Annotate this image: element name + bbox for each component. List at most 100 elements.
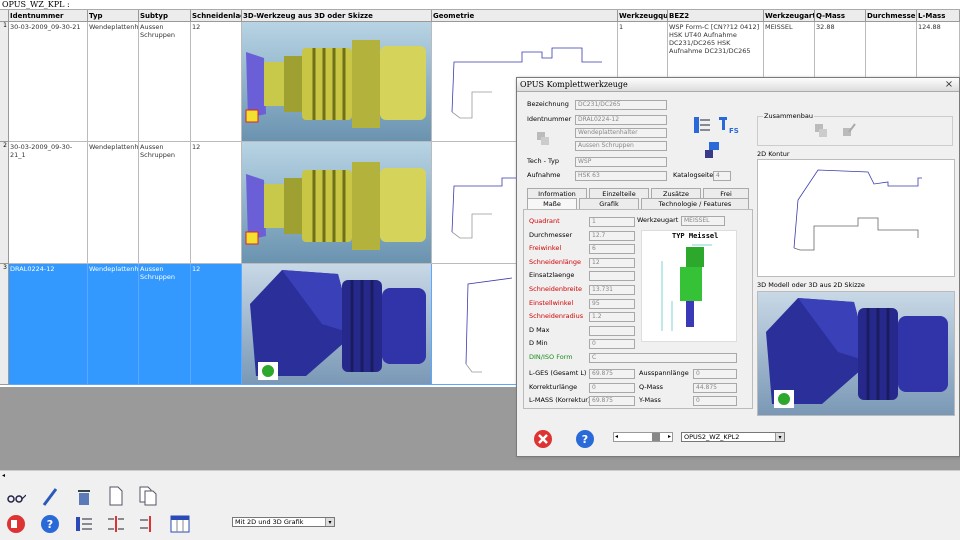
aufnahme-label: Aufnahme xyxy=(527,171,561,179)
col-identnummer[interactable]: Identnummer xyxy=(9,10,88,22)
move-row-icon[interactable] xyxy=(138,514,158,534)
table-view-icon[interactable] xyxy=(170,514,190,534)
katalogseite-field[interactable]: 4 xyxy=(713,171,731,181)
svg-text:FS: FS xyxy=(729,127,739,134)
col-durchmesser[interactable]: Durchmesser xyxy=(866,10,917,22)
ausspannlaenge-field[interactable]: 0 xyxy=(693,369,737,379)
col-bez2[interactable]: BEZ2 xyxy=(668,10,764,22)
ymass-field[interactable]: 0 xyxy=(693,396,737,406)
scroll-thumb[interactable] xyxy=(652,433,660,441)
svg-text:?: ? xyxy=(47,518,53,531)
col-werkzeugqua[interactable]: Werkzeugqua xyxy=(618,10,668,22)
col-l-mass[interactable]: L-Mass xyxy=(917,10,960,22)
col-geometrie[interactable]: Geometrie xyxy=(432,10,618,22)
identnummer-field[interactable]: DRAL0224-12 xyxy=(575,115,667,125)
col-q-mass[interactable]: Q-Mass xyxy=(815,10,866,22)
param-label: Freiwinkel xyxy=(529,244,562,253)
lmass-field[interactable]: 69.875 xyxy=(589,396,635,406)
assembly-icon[interactable] xyxy=(813,122,829,138)
param-field[interactable] xyxy=(589,325,635,336)
diagram-title: TYP Meissel xyxy=(672,232,719,240)
row-number[interactable]: 2 xyxy=(0,142,9,264)
horizontal-scrollbar[interactable]: ◂ xyxy=(0,470,960,480)
col-schneidenlaenge[interactable]: Schneidenlae xyxy=(191,10,242,22)
chevron-down-icon[interactable]: ▾ xyxy=(775,433,784,441)
tool-tree-icon[interactable] xyxy=(693,116,711,134)
tab-technologie-features[interactable]: Technologie / Features xyxy=(641,198,749,209)
korrekturlaenge-field[interactable]: 0 xyxy=(589,383,635,393)
subtyp-field[interactable]: Aussen Schruppen xyxy=(575,141,667,151)
chevron-down-icon[interactable]: ▾ xyxy=(325,518,334,526)
din-iso-field[interactable]: C xyxy=(589,353,737,363)
assembly-edit-icon[interactable] xyxy=(841,122,857,138)
param-field[interactable] xyxy=(589,271,635,282)
tab-grafik[interactable]: Grafik xyxy=(579,198,639,209)
param-field[interactable]: 95 xyxy=(589,298,635,309)
exit-icon[interactable] xyxy=(6,514,26,534)
techtyp-field[interactable]: WSP xyxy=(575,157,667,167)
meissel-diagram xyxy=(661,244,712,331)
tool-3d-render xyxy=(245,162,426,250)
layout-select[interactable]: OPUS2_WZ_KPL2 ▾ xyxy=(681,432,785,442)
row-number[interactable]: 3 xyxy=(0,264,9,385)
new-document-icon[interactable] xyxy=(106,486,126,506)
dialog-title: OPUS Komplettwerkzeuge xyxy=(517,78,959,92)
cancel-icon[interactable] xyxy=(533,429,553,449)
bezeichnung-field[interactable]: DC231/DC265 xyxy=(575,100,667,110)
svg-text:?: ? xyxy=(582,433,588,446)
help-icon[interactable]: ? xyxy=(40,514,60,534)
close-icon[interactable]: × xyxy=(942,79,956,90)
zusammenbau-label: Zusammenbau xyxy=(763,112,814,121)
scroll-left-icon[interactable]: ◂ xyxy=(615,433,618,441)
col-subtyp[interactable]: Subtyp xyxy=(139,10,191,22)
view-mode-select[interactable]: Mit 2D und 3D Grafik ▾ xyxy=(232,517,335,527)
tool-3d-render xyxy=(250,270,426,380)
param-field[interactable]: 1.2 xyxy=(589,312,635,323)
tab-masse[interactable]: Maße xyxy=(527,198,577,209)
scroll-left-icon[interactable]: ◂ xyxy=(2,471,5,480)
layout-select-value: OPUS2_WZ_KPL2 xyxy=(684,433,740,441)
tab-einzelteile[interactable]: Einzelteile xyxy=(589,188,649,198)
param-label: D Min xyxy=(529,339,548,348)
aufnahme-field[interactable]: HSK 63 xyxy=(575,171,667,181)
tab-zusaetze[interactable]: Zusätze xyxy=(651,188,701,198)
col-werkzeugart[interactable]: Werkzeugart xyxy=(764,10,815,22)
view-mode-value: Mit 2D und 3D Grafik xyxy=(235,518,304,526)
tab-frei[interactable]: Frei xyxy=(703,188,749,198)
identnummer-label: Identnummer xyxy=(527,115,572,123)
werkzeugart-field[interactable]: MEISSEL xyxy=(681,216,725,226)
qmass-field[interactable]: 44.875 xyxy=(693,383,737,393)
tab-information[interactable]: Information xyxy=(527,188,587,198)
kontur-label: 2D Kontur xyxy=(757,150,790,158)
scroll-right-icon[interactable]: ▸ xyxy=(668,433,671,441)
col-typ[interactable]: Typ xyxy=(88,10,139,22)
param-label: Quadrant xyxy=(529,217,560,225)
row-number[interactable]: 1 xyxy=(0,22,9,142)
col-3d-werkzeug[interactable]: 3D-Werkzeug aus 3D oder Skizze xyxy=(242,10,432,22)
glasses-link-icon[interactable] xyxy=(6,489,26,509)
param-field[interactable]: 13.731 xyxy=(589,285,635,295)
list-view-icon[interactable] xyxy=(74,514,94,534)
contour-sketch xyxy=(793,169,922,251)
param-label: Schneidenbreite xyxy=(529,285,582,293)
param-field[interactable]: 6 xyxy=(589,244,635,255)
row-header-corner xyxy=(0,10,9,22)
pen-edit-icon[interactable] xyxy=(40,487,60,507)
tool-3d-render xyxy=(766,298,948,408)
tool-3d-render xyxy=(245,40,426,128)
tool-fs-icon[interactable]: FS xyxy=(717,116,739,134)
trash-icon[interactable] xyxy=(74,487,94,507)
copy-document-icon[interactable] xyxy=(138,486,158,506)
typ-field[interactable]: Wendeplattenhalter xyxy=(575,128,667,138)
lges-field[interactable]: 69.875 xyxy=(589,369,635,379)
param-field[interactable]: 1 xyxy=(589,217,635,227)
record-scrollbar[interactable]: ◂ ▸ xyxy=(613,432,673,442)
techtyp-label: Tech - Typ xyxy=(527,157,559,165)
tool-holder-icon[interactable] xyxy=(703,140,723,160)
param-field[interactable]: 0 xyxy=(589,339,635,350)
help-icon[interactable]: ? xyxy=(575,429,595,449)
insert-row-icon[interactable] xyxy=(106,514,126,534)
param-field[interactable]: 12 xyxy=(589,257,635,268)
typ-diagram: TYP Meissel xyxy=(641,230,737,342)
param-field[interactable]: 12.7 xyxy=(589,230,635,241)
